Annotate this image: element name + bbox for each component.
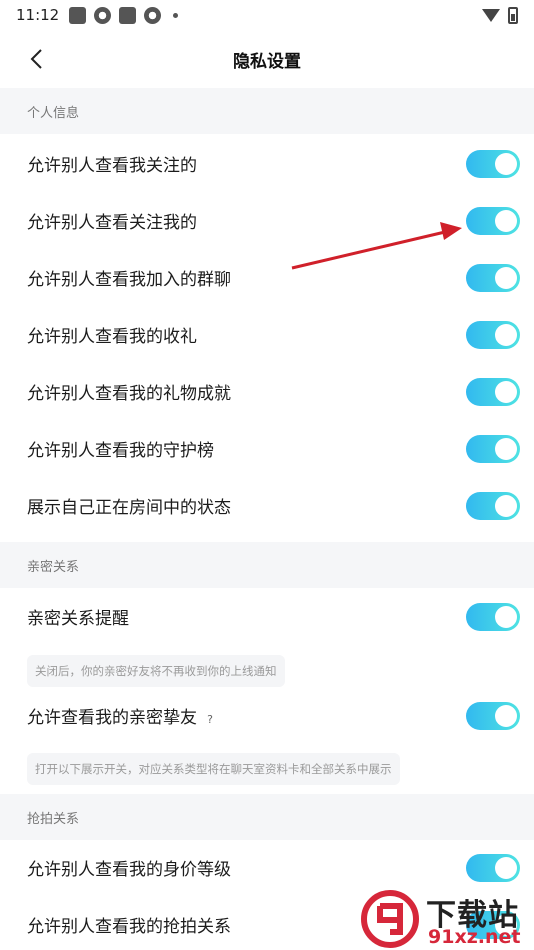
setting-label: 允许别人查看关注我的 bbox=[27, 213, 197, 233]
back-button[interactable] bbox=[22, 45, 50, 73]
toggle-switch[interactable] bbox=[466, 701, 520, 730]
toggle-switch[interactable] bbox=[466, 434, 520, 463]
watermark-url: 91xz.net bbox=[428, 926, 521, 948]
toggle-knob bbox=[495, 605, 517, 628]
setting-label-text: 允许查看我的亲密挚友 bbox=[27, 708, 197, 728]
setting-label: 允许别人查看我加入的群聊 bbox=[27, 270, 231, 290]
page-title: 隐私设置 bbox=[233, 51, 301, 72]
setting-label: 允许查看我的亲密挚友? bbox=[27, 703, 534, 728]
setting-row-view-following: 允许别人查看我关注的 bbox=[0, 135, 534, 192]
chevron-left-icon bbox=[30, 49, 42, 69]
setting-label: 允许别人查看我的收礼 bbox=[27, 327, 197, 347]
toggle-switch[interactable] bbox=[466, 602, 520, 631]
toggle-switch[interactable] bbox=[466, 491, 520, 520]
watermark-logo bbox=[361, 890, 419, 948]
setting-row-view-gifts: 允许别人查看我的收礼 bbox=[0, 306, 534, 363]
section-header-personal: 个人信息 bbox=[0, 88, 534, 134]
setting-label: 允许别人查看我的礼物成就 bbox=[27, 384, 231, 404]
toggle-switch[interactable] bbox=[466, 263, 520, 292]
toggle-switch[interactable] bbox=[466, 377, 520, 406]
toggle-knob bbox=[495, 152, 517, 175]
wifi-icon bbox=[482, 8, 500, 22]
notification-icon bbox=[69, 6, 87, 24]
setting-label: 亲密关系提醒 bbox=[27, 609, 129, 629]
toggle-knob bbox=[495, 494, 517, 517]
battery-icon bbox=[508, 6, 518, 24]
toggle-knob bbox=[495, 266, 517, 289]
hint-text: 打开以下展示开关，对应关系类型将在聊天室资料卡和全部关系中展示 bbox=[27, 753, 400, 785]
app-icon bbox=[94, 6, 112, 24]
setting-row-view-followers: 允许别人查看关注我的 bbox=[0, 192, 534, 249]
help-icon[interactable]: ? bbox=[203, 713, 217, 727]
toggle-knob bbox=[495, 323, 517, 346]
toggle-switch[interactable] bbox=[466, 853, 520, 882]
setting-row-view-gift-achievements: 允许别人查看我的礼物成就 bbox=[0, 363, 534, 420]
setting-label: 展示自己正在房间中的状态 bbox=[27, 498, 231, 518]
status-bar: 11:12 bbox=[0, 0, 534, 30]
setting-label: 允许别人查看我关注的 bbox=[27, 156, 197, 176]
setting-row-view-close-friends: 允许查看我的亲密挚友? bbox=[0, 687, 534, 744]
section-header-grab: 抢拍关系 bbox=[0, 794, 534, 840]
hint-text: 关闭后，你的亲密好友将不再收到你的上线通知 bbox=[27, 655, 285, 687]
more-notifications-icon bbox=[173, 12, 179, 18]
toggle-switch[interactable] bbox=[466, 206, 520, 235]
toggle-switch[interactable] bbox=[466, 320, 520, 349]
setting-row-view-groups: 允许别人查看我加入的群聊 bbox=[0, 249, 534, 306]
toggle-knob bbox=[495, 209, 517, 232]
setting-label: 允许别人查看我的守护榜 bbox=[27, 441, 214, 461]
app-icon bbox=[144, 6, 162, 24]
setting-row-view-guard-list: 允许别人查看我的守护榜 bbox=[0, 420, 534, 477]
setting-row-intimate-reminder: 亲密关系提醒 bbox=[0, 588, 534, 645]
toggle-switch[interactable] bbox=[466, 149, 520, 178]
nav-bar: 隐私设置 bbox=[0, 30, 534, 88]
toggle-knob bbox=[495, 856, 517, 879]
toggle-knob bbox=[495, 380, 517, 403]
section-header-intimate: 亲密关系 bbox=[0, 542, 534, 588]
setting-row-room-status: 展示自己正在房间中的状态 bbox=[0, 477, 534, 534]
toggle-knob bbox=[495, 437, 517, 460]
toggle-knob bbox=[495, 704, 517, 727]
watermark: 下载站 91xz.net bbox=[360, 888, 534, 950]
status-time: 11:12 bbox=[16, 6, 60, 24]
notification-icon bbox=[119, 6, 137, 24]
setting-label: 允许别人查看我的身价等级 bbox=[27, 860, 231, 880]
